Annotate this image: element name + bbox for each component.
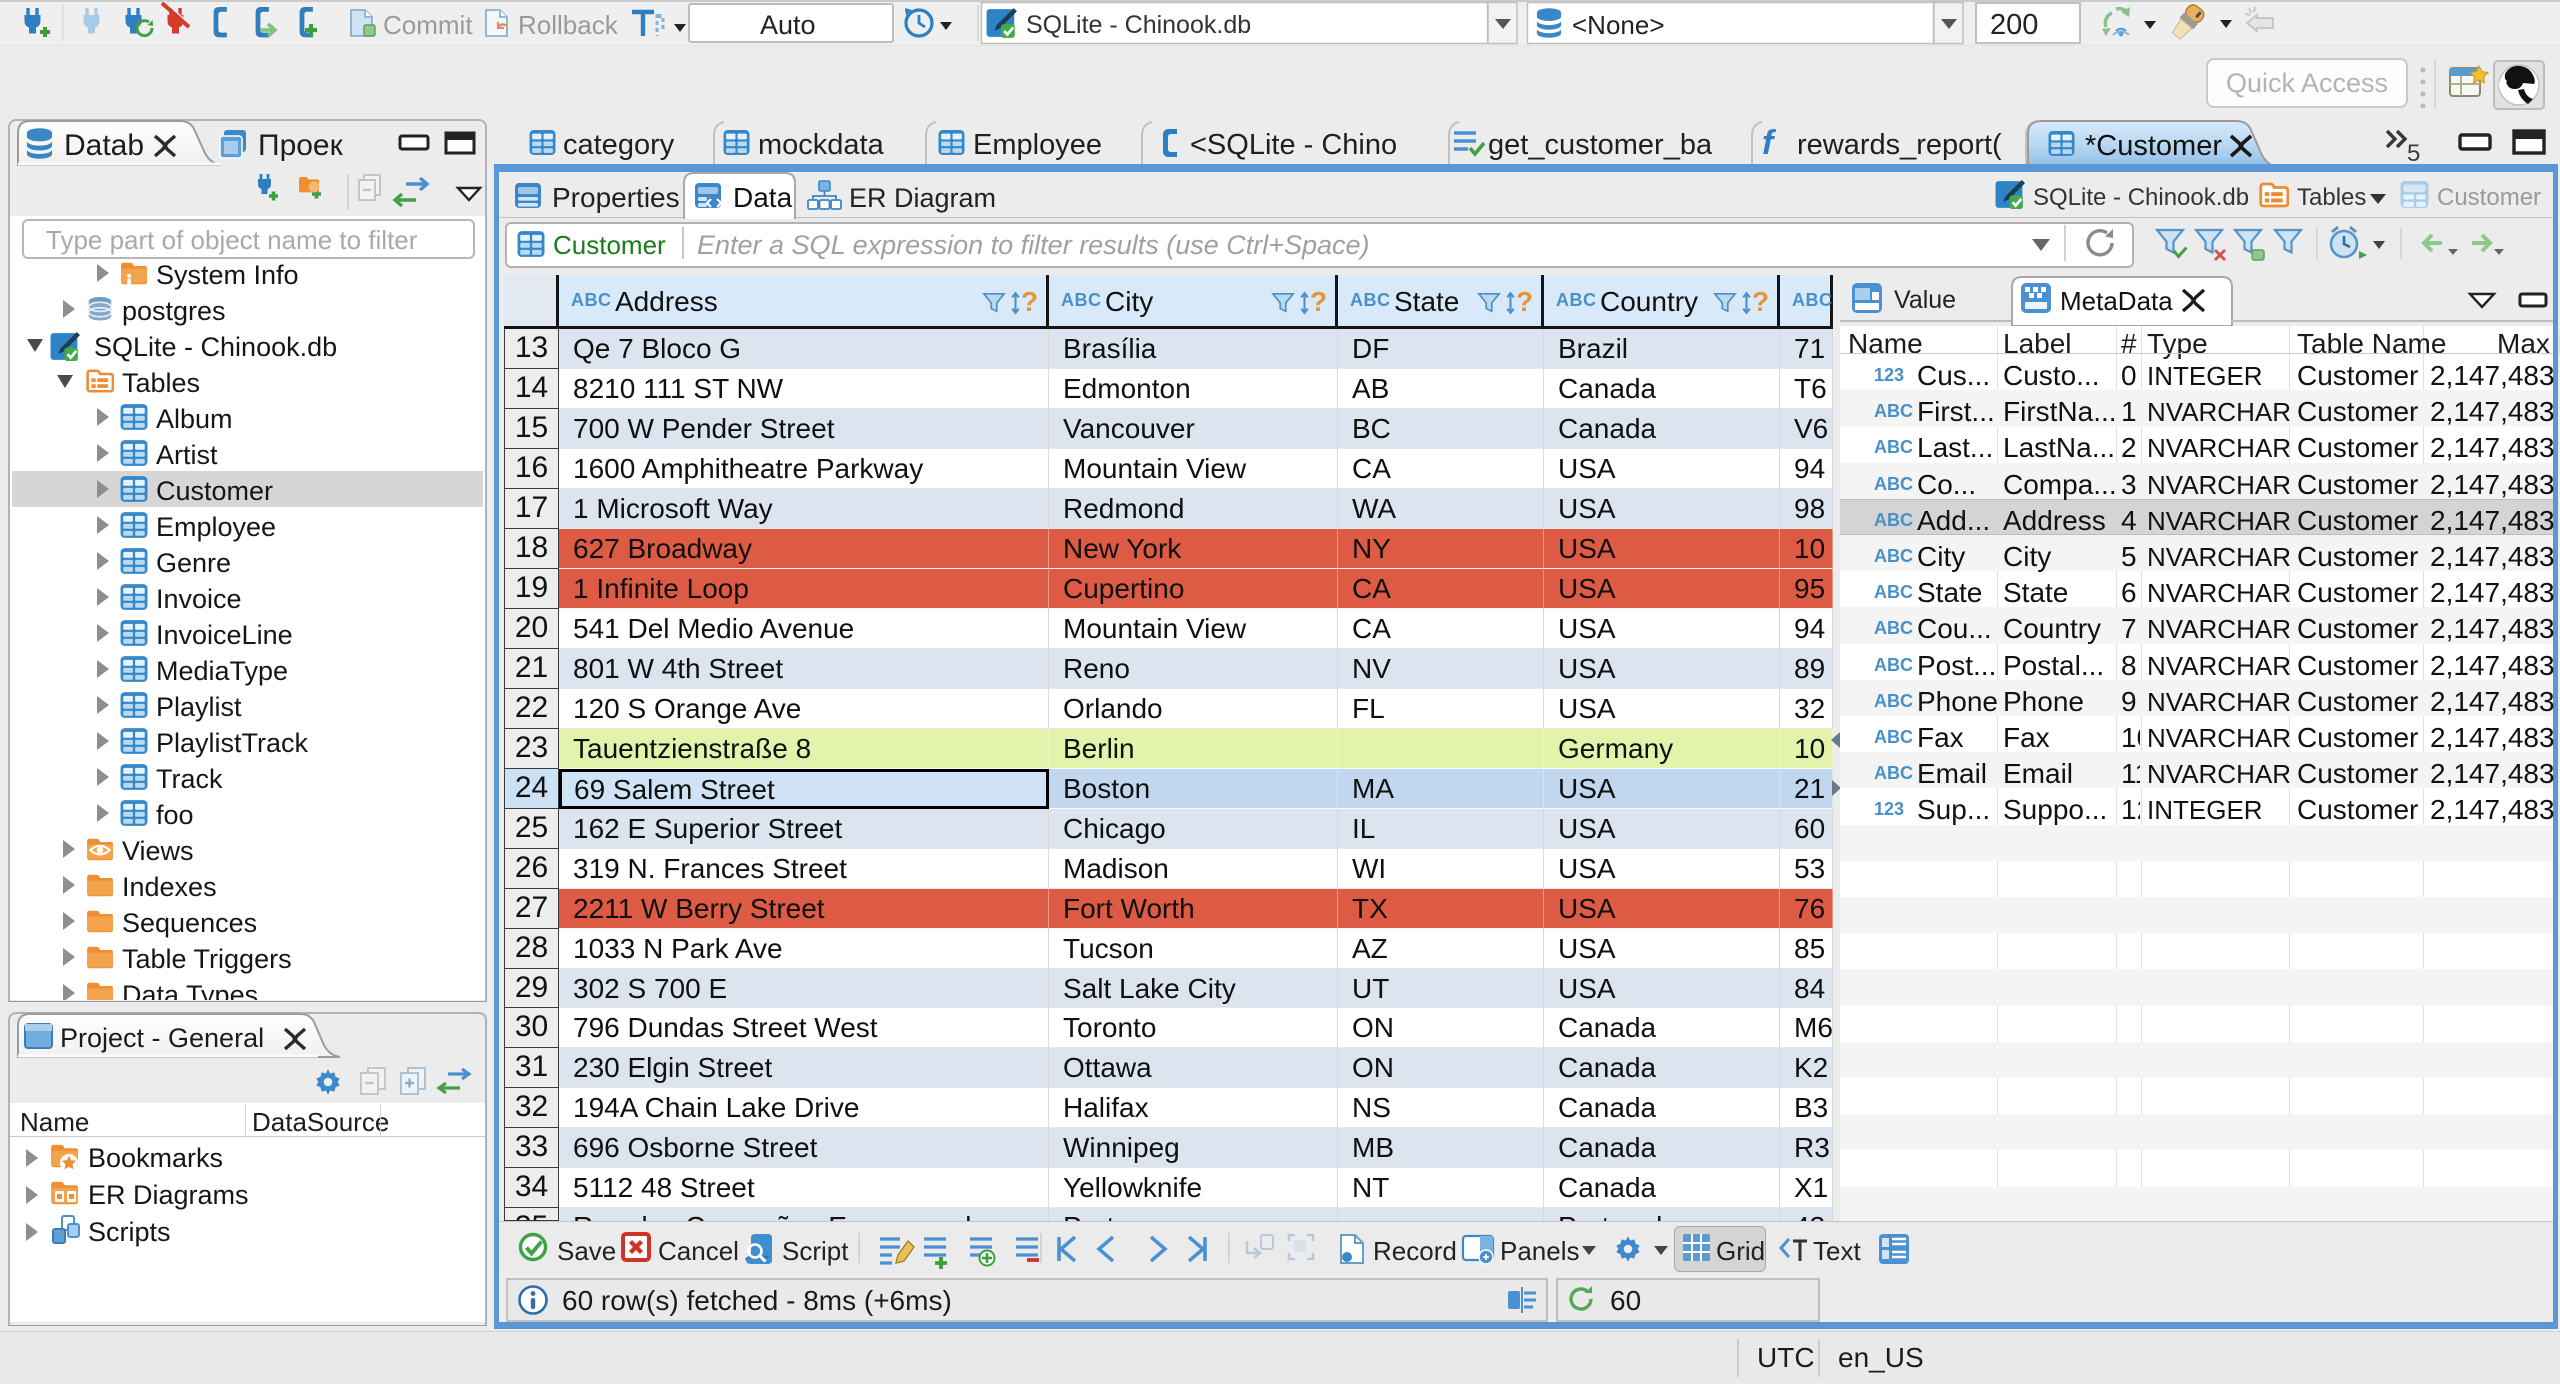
svg-text:Quick Access: Quick Access (2226, 68, 2388, 98)
